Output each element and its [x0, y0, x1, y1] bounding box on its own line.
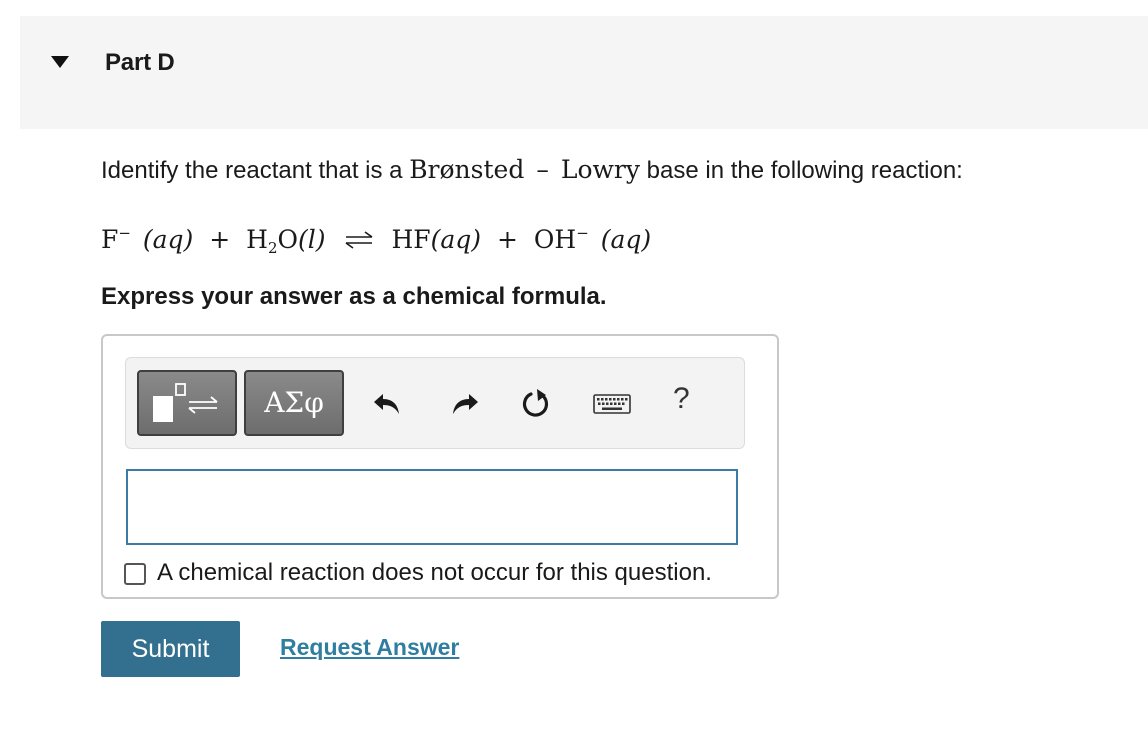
greek-symbols-label: ΑΣφ	[264, 386, 324, 419]
product-2-state: (aq)	[600, 225, 652, 254]
question-prefix: Identify the reactant that is a	[101, 157, 410, 184]
term-lowry: Lowry	[560, 155, 640, 184]
product-1-state: (aq)	[430, 225, 482, 254]
request-answer-link[interactable]: Request Answer	[280, 634, 459, 661]
equilibrium-arrows-icon	[345, 231, 372, 249]
plus-sign: +	[209, 225, 231, 254]
reaction-equation: F− (aq) + H2O(l) HF(aq) + OH− (aq)	[101, 224, 651, 257]
no-reaction-checkbox[interactable]	[124, 563, 146, 585]
reset-icon[interactable]	[518, 386, 554, 422]
no-reaction-label[interactable]: A chemical reaction does not occur for t…	[157, 559, 712, 587]
product-2-charge: −	[576, 224, 589, 242]
reactant-2-h: H	[246, 225, 268, 254]
reactant-1-charge: −	[118, 224, 131, 242]
undo-icon[interactable]	[370, 386, 406, 422]
answer-instruction: Express your answer as a chemical formul…	[101, 283, 607, 310]
question-text: Identify the reactant that is a Brønsted…	[101, 155, 963, 185]
plus-sign: +	[496, 225, 518, 254]
templates-button[interactable]	[137, 370, 237, 436]
reactant-2-state: (l)	[298, 225, 326, 254]
product-1: HF	[391, 225, 431, 254]
templates-icon	[153, 383, 218, 422]
caret-down-icon[interactable]	[50, 54, 70, 70]
product-2: OH	[533, 225, 577, 254]
math-toolbar: ΑΣφ ?	[125, 357, 745, 449]
greek-symbols-button[interactable]: ΑΣφ	[244, 370, 344, 436]
question-suffix: base in the following reaction:	[639, 157, 963, 184]
reactant-1: F	[101, 225, 119, 254]
reactant-2-subscript: 2	[267, 239, 278, 257]
answer-input[interactable]	[126, 469, 738, 545]
term-dash: –	[536, 155, 549, 184]
term-bronsted: Brønsted	[409, 155, 525, 184]
redo-icon[interactable]	[446, 386, 482, 422]
submit-button[interactable]: Submit	[101, 621, 240, 677]
reactant-2-o: O	[277, 225, 299, 254]
reactant-1-state: (aq)	[142, 225, 194, 254]
help-button[interactable]: ?	[673, 382, 690, 416]
answer-panel: ΑΣφ ? A chemical reaction does not occur…	[101, 334, 779, 599]
part-header[interactable]: Part D	[20, 16, 1148, 129]
keyboard-icon[interactable]	[592, 386, 632, 422]
page: Part D Identify the reactant that is a B…	[0, 0, 1148, 750]
part-title: Part D	[105, 49, 175, 76]
